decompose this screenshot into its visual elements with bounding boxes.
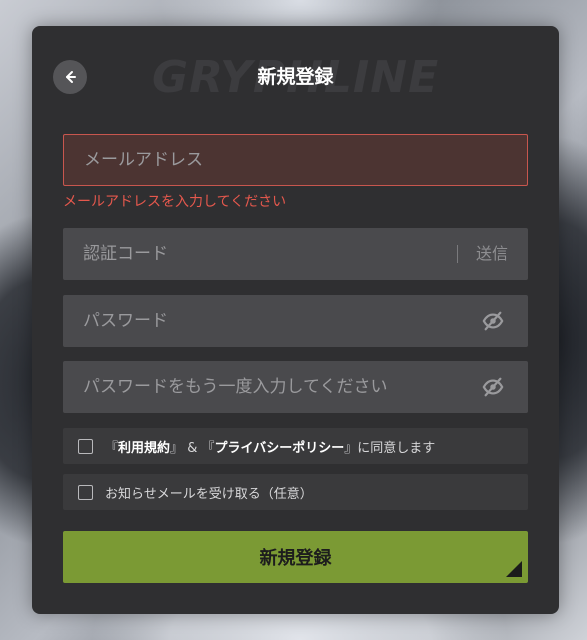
- verification-code-field[interactable]: [63, 228, 528, 280]
- send-divider: [457, 245, 458, 263]
- agree-suffix: に同意します: [357, 440, 436, 456]
- register-submit-button[interactable]: 新規登録: [63, 531, 528, 583]
- newsletter-checkbox[interactable]: [78, 484, 93, 500]
- terms-agreement-row: 『利用規約』 & 『プライバシーポリシー』に同意します: [63, 428, 528, 464]
- bracket-close: 』: [344, 440, 358, 456]
- eye-off-icon[interactable]: [482, 310, 504, 332]
- password-field[interactable]: [63, 295, 528, 347]
- register-panel: GRYPHLINE 新規登録 メールアドレスを入力してください 送信 『利用規約…: [32, 26, 559, 614]
- corner-triangle-icon: [506, 561, 522, 577]
- bracket-close: 』: [170, 440, 184, 456]
- newsletter-row: お知らせメールを受け取る（任意）: [63, 474, 528, 510]
- privacy-policy-link[interactable]: プライバシーポリシー: [214, 441, 344, 456]
- bracket-open: 『: [105, 440, 119, 456]
- email-field[interactable]: [64, 135, 527, 185]
- terms-agreement-label: 『利用規約』 & 『プライバシーポリシー』に同意します: [105, 437, 435, 456]
- send-code-button[interactable]: 送信: [476, 228, 508, 280]
- terms-link[interactable]: 利用規約: [118, 441, 170, 456]
- password-confirm-field-wrapper: [63, 361, 528, 413]
- email-error-message: メールアドレスを入力してください: [63, 194, 287, 210]
- password-confirm-field[interactable]: [63, 361, 528, 413]
- terms-checkbox[interactable]: [78, 438, 93, 454]
- code-field-wrapper: 送信: [63, 228, 528, 280]
- password-field-wrapper: [63, 295, 528, 347]
- page-title: 新規登録: [257, 66, 334, 88]
- email-field-wrapper: [63, 134, 528, 186]
- submit-button-label: 新規登録: [259, 548, 332, 569]
- ampersand: &: [187, 440, 198, 456]
- eye-off-icon[interactable]: [482, 376, 504, 398]
- newsletter-label: お知らせメールを受け取る（任意）: [105, 486, 313, 502]
- bracket-open: 『: [201, 440, 215, 456]
